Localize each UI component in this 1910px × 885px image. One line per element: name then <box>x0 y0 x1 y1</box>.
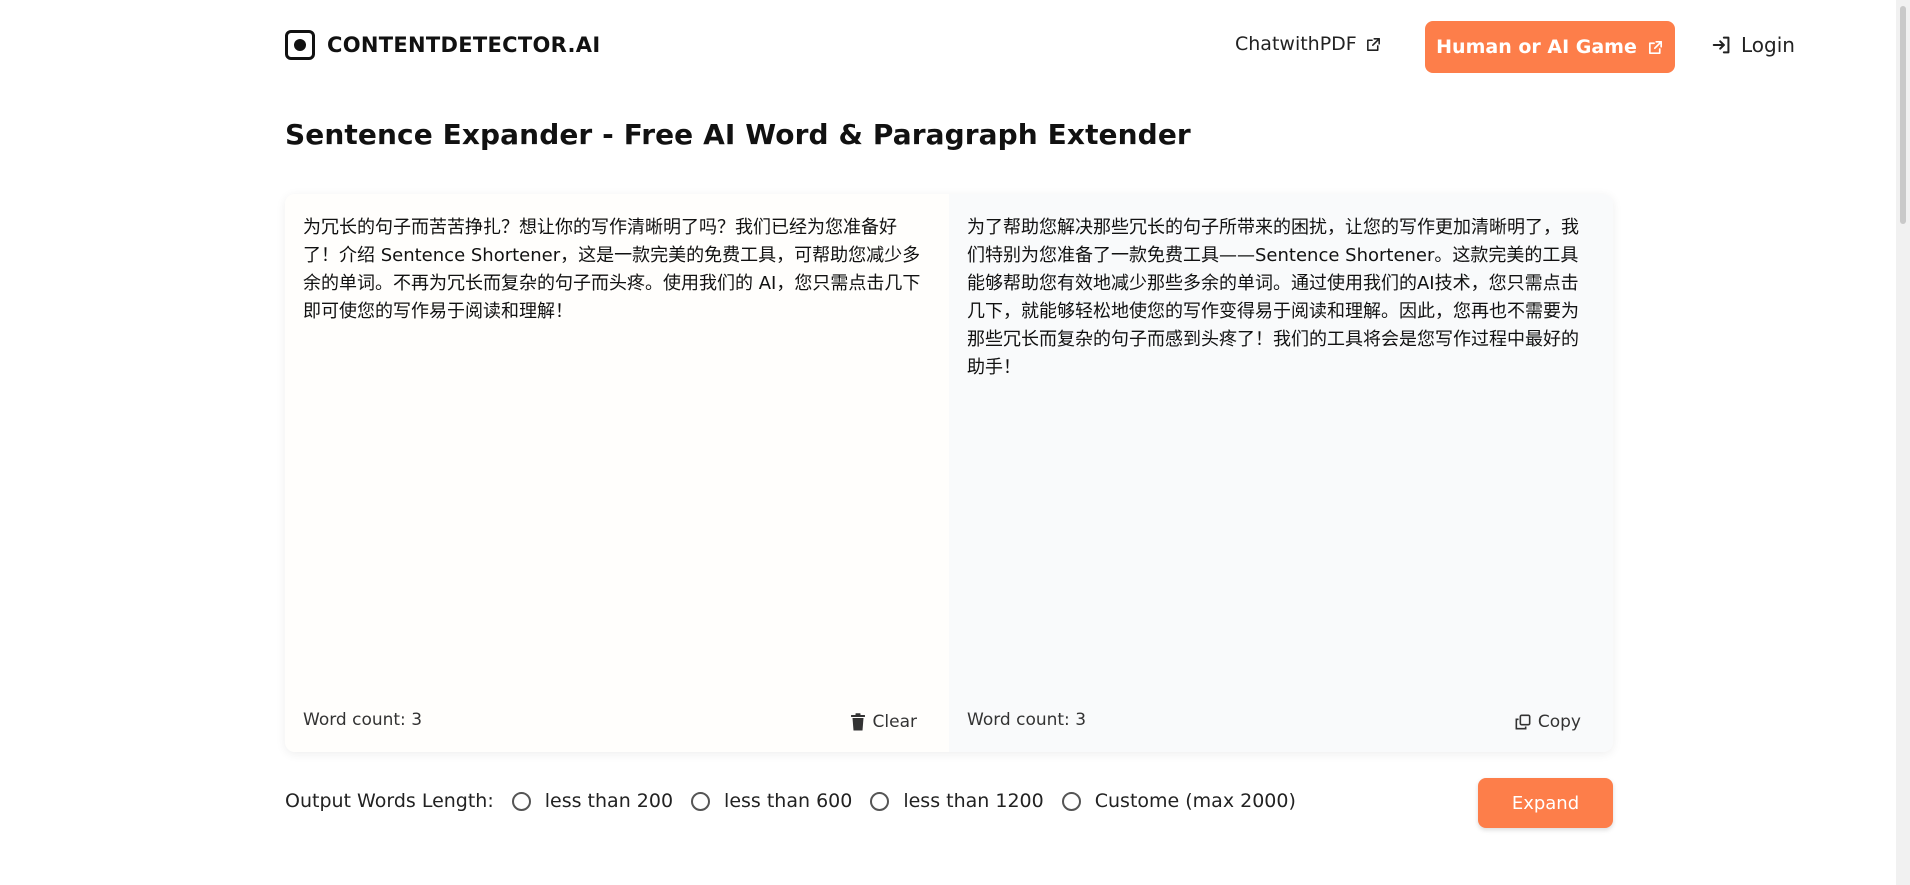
logo[interactable]: CONTENTDETECTOR.AI <box>285 30 600 60</box>
input-panel[interactable]: 为冗长的句子而苦苦挣扎？想让你的写作清晰明了吗？我们已经为您准备好了！介绍 Se… <box>285 194 949 752</box>
login-link[interactable]: Login <box>1711 33 1795 57</box>
scrollbar-thumb[interactable] <box>1900 6 1906 224</box>
radio-button[interactable] <box>1061 791 1081 811</box>
copy-icon <box>1515 714 1531 730</box>
option-label: Custome (max 2000) <box>1094 790 1296 812</box>
clear-button[interactable]: Clear <box>850 712 917 732</box>
login-label: Login <box>1741 33 1795 57</box>
option-custom-max-2000[interactable]: Custome (max 2000) <box>1061 790 1296 812</box>
input-textarea[interactable]: 为冗长的句子而苦苦挣扎？想让你的写作清晰明了吗？我们已经为您准备好了！介绍 Se… <box>303 214 931 326</box>
logo-icon <box>285 30 315 60</box>
output-word-count: Word count: 3 <box>967 710 1087 730</box>
external-link-icon <box>1648 40 1662 54</box>
copy-label: Copy <box>1537 712 1581 732</box>
human-or-ai-game-label: Human or AI Game <box>1436 36 1637 58</box>
option-label: less than 600 <box>724 790 853 812</box>
copy-button[interactable]: Copy <box>1515 712 1581 732</box>
option-less-than-600[interactable]: less than 600 <box>691 790 852 812</box>
trash-icon <box>850 713 865 731</box>
radio-button[interactable] <box>870 791 890 811</box>
output-text: 为了帮助您解决那些冗长的句子所带来的困扰，让您的写作更加清晰明了，我们特别为您准… <box>967 217 1579 378</box>
page: CONTENTDETECTOR.AI ChatwithPDF Human or … <box>0 0 1896 885</box>
radio-button[interactable] <box>691 791 711 811</box>
input-word-count: Word count: 3 <box>303 710 423 730</box>
external-link-icon <box>1366 37 1380 51</box>
chatwithpdf-link[interactable]: ChatwithPDF <box>1235 33 1382 55</box>
radio-button[interactable] <box>511 791 531 811</box>
option-label: less than 200 <box>544 790 674 812</box>
page-scrollbar[interactable] <box>1896 0 1910 885</box>
option-less-than-1200[interactable]: less than 1200 <box>870 790 1044 812</box>
option-less-than-200[interactable]: less than 200 <box>511 790 674 812</box>
login-icon <box>1712 36 1730 54</box>
page-title: Sentence Expander - Free AI Word & Parag… <box>285 118 1191 151</box>
option-label: less than 1200 <box>903 790 1044 812</box>
output-panel: 为了帮助您解决那些冗长的句子所带来的困扰，让您的写作更加清晰明了，我们特别为您准… <box>949 194 1613 752</box>
clear-label: Clear <box>872 712 917 732</box>
chatwithpdf-label: ChatwithPDF <box>1235 33 1357 55</box>
expand-button[interactable]: Expand <box>1478 778 1613 828</box>
logo-text: CONTENTDETECTOR.AI <box>327 33 601 57</box>
human-or-ai-game-button[interactable]: Human or AI Game <box>1425 21 1675 73</box>
output-length-options: Output Words Length: less than 200 less … <box>285 790 1314 812</box>
editor-panels: 为冗长的句子而苦苦挣扎？想让你的写作清晰明了吗？我们已经为您准备好了！介绍 Se… <box>285 194 1613 752</box>
output-length-label: Output Words Length: <box>285 790 494 812</box>
